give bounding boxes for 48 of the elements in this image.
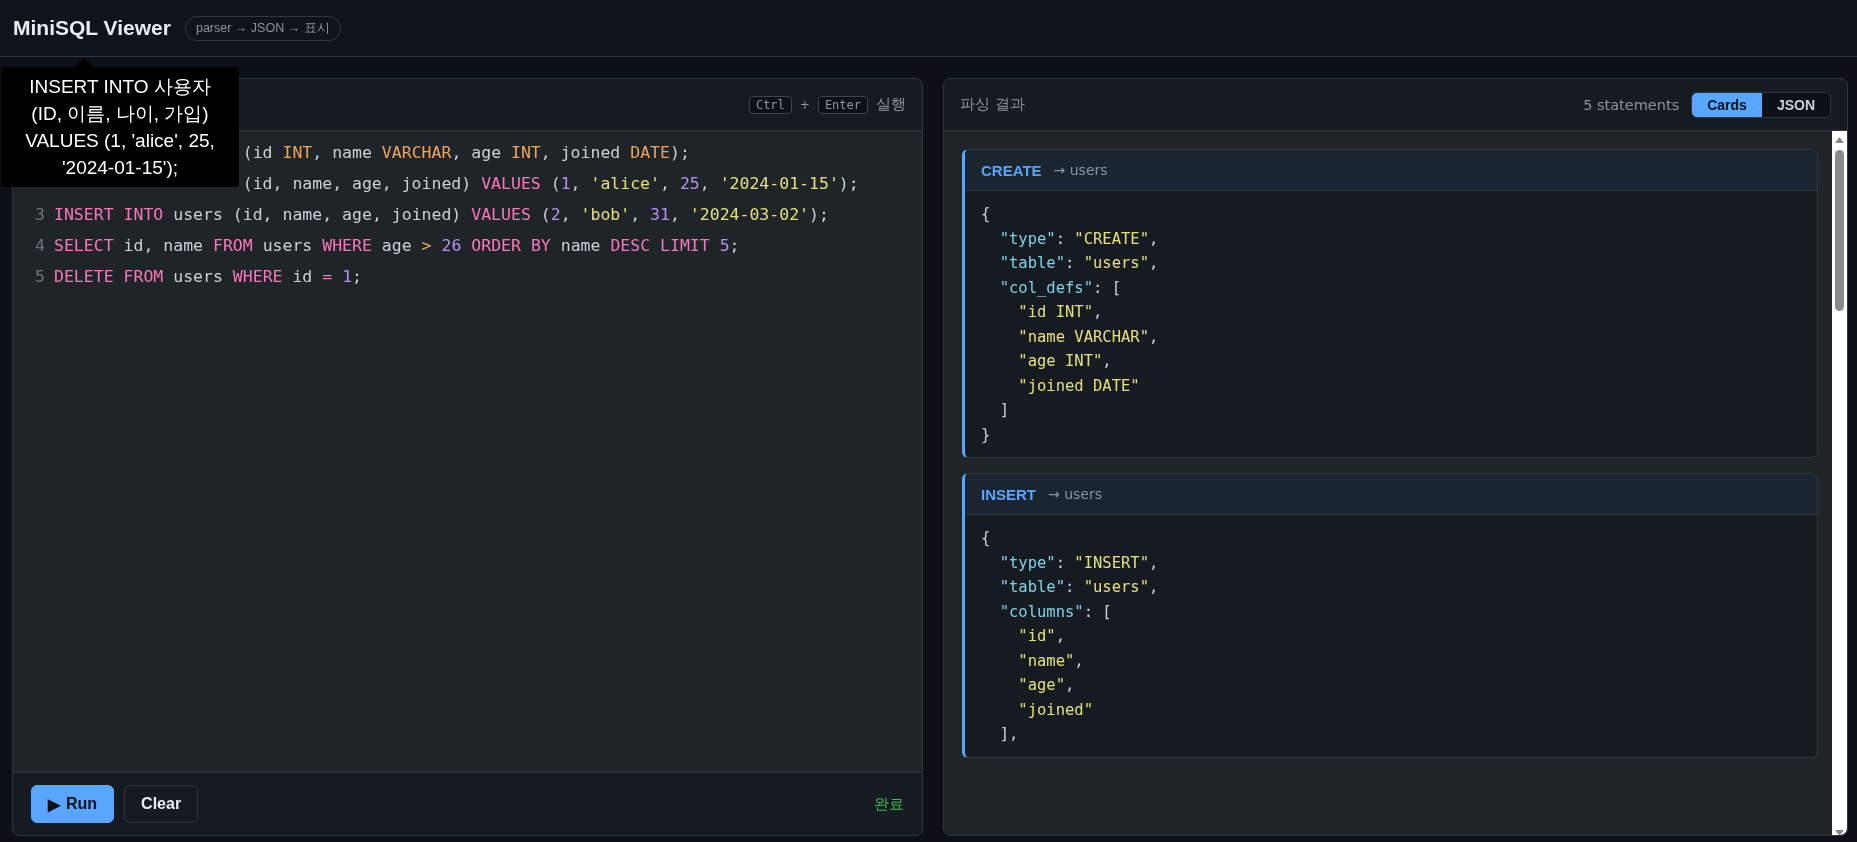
- run-button[interactable]: ▶ Run: [31, 785, 115, 823]
- tooltip-arrow: [75, 58, 93, 67]
- tooltip: INSERT INTO 사용자 (ID, 이름, 나이, 가입) VALUES (1, 'alice', 25, '2024-01-15');: [1, 67, 239, 187]
- json-line: "joined": [1017, 699, 1094, 721]
- line-number: 4: [35, 236, 46, 255]
- pipeline-badge: parser → JSON → 표시: [184, 15, 341, 41]
- code-editor[interactable]: [13, 131, 922, 772]
- line-number: 3: [35, 205, 46, 224]
- line-number: 5: [35, 267, 46, 286]
- json-line: "type": "CREATE",: [998, 228, 1160, 250]
- clear-button[interactable]: Clear: [124, 785, 199, 823]
- key-cap: Enter: [817, 95, 868, 114]
- status-text: 완료: [874, 794, 904, 814]
- json-line: "joined DATE": [1017, 375, 1141, 397]
- json-line: "age INT",: [1017, 351, 1113, 372]
- shortcut-label: 실행: [876, 95, 906, 114]
- target-table: → users: [1053, 162, 1108, 178]
- json-line: "table": "users",: [998, 577, 1160, 598]
- json-line: {: [981, 204, 992, 225]
- json-line: "name VARCHAR",: [1017, 326, 1160, 348]
- json-line: {: [981, 528, 992, 549]
- json-line: "col_defs": [: [998, 277, 1122, 299]
- key-cap: Ctrl: [748, 95, 792, 114]
- json-line: "name",: [1017, 650, 1085, 672]
- json-line: }: [981, 424, 992, 446]
- json-line: "columns": [: [998, 601, 1113, 623]
- statement-type: CREATE: [981, 161, 1042, 179]
- app-title: MiniSQL Viewer: [13, 16, 171, 40]
- statement-type: INSERT: [981, 485, 1036, 503]
- code-line: SELECT id, name FROM users WHERE age > 26 ORDER BY name DESC LIMIT 5;: [54, 236, 740, 255]
- code-line: INSERT INTO users (id, name, age, joined) VALUES (2, 'bob', 31, '2024-03-02');: [54, 205, 829, 224]
- code-line: (id, name, age, joined) VALUES (1, 'alice', 25, '2024-01-15');: [242, 174, 859, 193]
- json-line: "table": "users",: [998, 253, 1160, 274]
- json-line: "id INT",: [1017, 302, 1104, 323]
- plus-sign: +: [799, 97, 810, 112]
- code-line: DELETE FROM users WHERE id = 1;: [54, 267, 362, 286]
- code-line: (id INT, name VARCHAR, age INT, joined DATE);: [242, 143, 690, 162]
- json-line: "type": "INSERT",: [998, 552, 1160, 574]
- panel-title: 파싱 결과: [960, 95, 1025, 114]
- statement-count: 5 statements: [1583, 96, 1680, 113]
- json-line: "age",: [1017, 675, 1076, 696]
- view-toggle[interactable]: Cards: [1692, 92, 1762, 117]
- target-table: → users: [1048, 486, 1103, 502]
- json-line: "id",: [1017, 626, 1066, 647]
- json-line: ]: [998, 400, 1010, 421]
- view-toggle[interactable]: JSON: [1761, 92, 1830, 117]
- json-line: ],: [998, 724, 1020, 745]
- scrollbar[interactable]: [1832, 131, 1847, 835]
